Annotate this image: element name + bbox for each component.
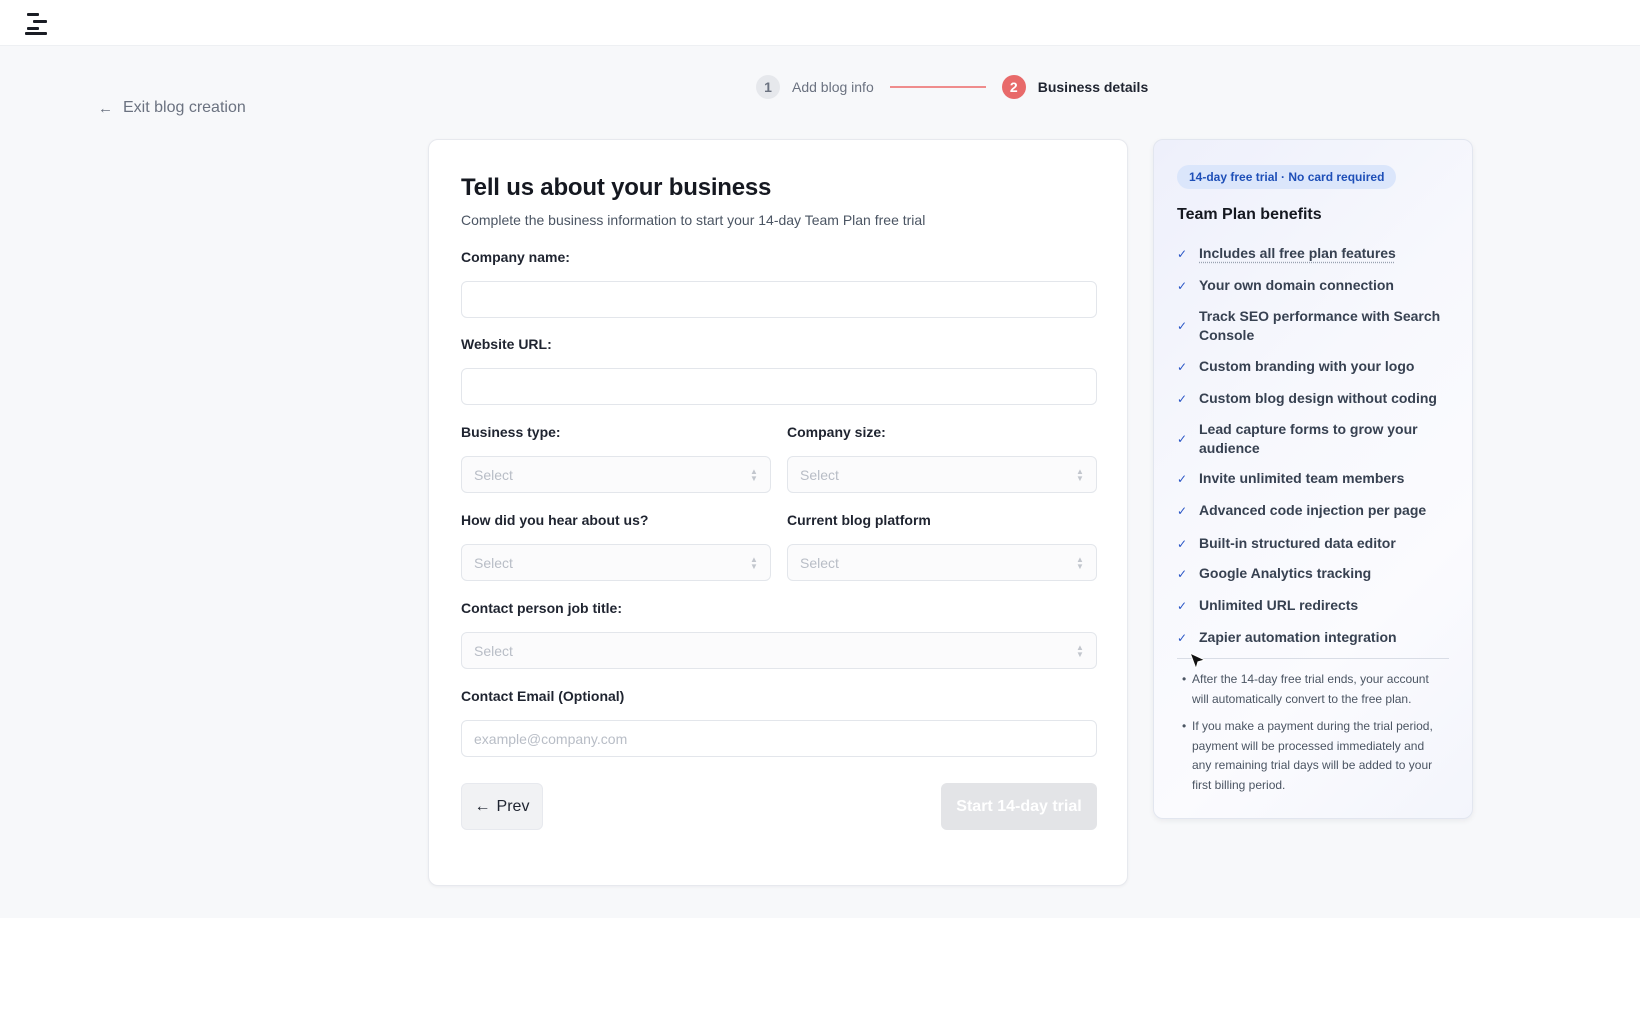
start-trial-button[interactable]: Start 14-day trial bbox=[941, 783, 1097, 830]
business-form-card: Tell us about your business Complete the… bbox=[428, 139, 1128, 886]
prev-button[interactable]: ← Prev bbox=[461, 783, 543, 830]
trial-note: • After the 14-day free trial ends, your… bbox=[1182, 670, 1444, 709]
benefit-text: Zapier automation integration bbox=[1199, 629, 1397, 645]
job-title-select[interactable]: Select ▲ ▼ bbox=[461, 632, 1097, 669]
benefit-item: ✓ Advanced code injection per page bbox=[1177, 501, 1447, 520]
benefits-title: Team Plan benefits bbox=[1177, 206, 1322, 223]
check-icon: ✓ bbox=[1177, 537, 1188, 551]
benefit-item: ✓ Google Analytics tracking bbox=[1177, 564, 1447, 583]
trial-note-text: After the 14-day free trial ends, your a… bbox=[1192, 672, 1429, 706]
business-type-label: Business type: bbox=[461, 424, 561, 440]
check-icon: ✓ bbox=[1177, 247, 1188, 261]
progress-stepper: 1 Add blog info 2 Business details bbox=[756, 74, 1148, 100]
check-icon: ✓ bbox=[1177, 567, 1188, 581]
exit-label: Exit blog creation bbox=[123, 99, 246, 116]
website-url-input[interactable] bbox=[461, 368, 1097, 405]
step-connector bbox=[889, 86, 986, 88]
trial-note-text: If you make a payment during the trial p… bbox=[1192, 719, 1433, 792]
benefit-text[interactable]: Includes all free plan features bbox=[1199, 244, 1396, 263]
logo-icon[interactable] bbox=[25, 13, 47, 35]
job-title-label: Contact person job title: bbox=[461, 600, 622, 616]
benefit-text: Lead capture forms to grow your audience bbox=[1199, 421, 1418, 456]
arrow-left-icon: ← bbox=[98, 99, 113, 117]
benefit-text: Invite unlimited team members bbox=[1199, 470, 1405, 486]
company-size-select[interactable]: Select ▲ ▼ bbox=[787, 456, 1097, 493]
trial-badge: 14-day free trial · No card required bbox=[1177, 165, 1397, 189]
chevron-up-down-icon: ▲ ▼ bbox=[1076, 643, 1084, 659]
business-type-select[interactable]: Select ▲ ▼ bbox=[461, 456, 771, 493]
benefit-item: ✓ Invite unlimited team members bbox=[1177, 469, 1447, 488]
exit-blog-creation-link[interactable]: ← Exit blog creation bbox=[98, 99, 246, 117]
mouse-cursor-icon bbox=[1189, 652, 1206, 670]
website-url-label: Website URL: bbox=[461, 336, 552, 352]
chevron-up-down-icon: ▲ ▼ bbox=[750, 467, 758, 483]
benefit-text: Track SEO performance with Search Consol… bbox=[1199, 308, 1441, 343]
team-plan-benefits-panel: 14-day free trial · No card required Tea… bbox=[1153, 139, 1473, 819]
business-type-value: Select bbox=[474, 466, 513, 483]
benefit-item: ✓ Built-in structured data editor bbox=[1177, 534, 1447, 553]
heard-about-value: Select bbox=[474, 554, 513, 571]
chevron-up-down-icon: ▲ ▼ bbox=[1076, 467, 1084, 483]
check-icon: ✓ bbox=[1177, 504, 1188, 518]
benefit-item: ✓ Lead capture forms to grow your audien… bbox=[1177, 420, 1447, 458]
benefit-item: ✓ Your own domain connection bbox=[1177, 276, 1447, 295]
company-name-label: Company name: bbox=[461, 249, 570, 265]
blog-platform-select[interactable]: Select ▲ ▼ bbox=[787, 544, 1097, 581]
step-2-label: Business details bbox=[1037, 79, 1149, 95]
job-title-value: Select bbox=[474, 642, 513, 659]
benefit-text: Advanced code injection per page bbox=[1199, 502, 1427, 518]
blog-platform-label: Current blog platform bbox=[787, 512, 931, 528]
step-2-number: 2 bbox=[1001, 75, 1026, 99]
benefit-item: ✓ Track SEO performance with Search Cons… bbox=[1177, 307, 1447, 345]
check-icon: ✓ bbox=[1177, 392, 1188, 406]
heard-about-label: How did you hear about us? bbox=[461, 512, 649, 528]
company-size-value: Select bbox=[800, 466, 839, 483]
form-subtitle: Complete the business information to sta… bbox=[461, 212, 926, 228]
benefit-text: Built-in structured data editor bbox=[1199, 535, 1396, 551]
company-size-label: Company size: bbox=[787, 424, 886, 440]
blog-platform-value: Select bbox=[800, 554, 839, 571]
check-icon: ✓ bbox=[1177, 279, 1188, 293]
form-title: Tell us about your business bbox=[461, 174, 772, 201]
check-icon: ✓ bbox=[1177, 631, 1188, 645]
contact-email-input[interactable]: example@company.com bbox=[461, 720, 1097, 757]
company-name-input[interactable] bbox=[461, 281, 1097, 318]
chevron-up-down-icon: ▲ ▼ bbox=[1076, 555, 1084, 571]
contact-email-label: Contact Email (Optional) bbox=[461, 688, 625, 704]
check-icon: ✓ bbox=[1177, 360, 1188, 374]
trial-note: • If you make a payment during the trial… bbox=[1182, 717, 1444, 795]
check-icon: ✓ bbox=[1177, 472, 1188, 486]
heard-about-select[interactable]: Select ▲ ▼ bbox=[461, 544, 771, 581]
benefit-item: ✓ Zapier automation integration bbox=[1177, 628, 1447, 647]
top-bar bbox=[0, 0, 1640, 46]
benefit-text: Your own domain connection bbox=[1199, 277, 1394, 293]
benefit-item: ✓ Unlimited URL redirects bbox=[1177, 596, 1447, 615]
step-1-number: 1 bbox=[756, 75, 780, 99]
prev-button-label: Prev bbox=[496, 797, 530, 815]
panel-divider bbox=[1177, 658, 1449, 659]
chevron-up-down-icon: ▲ ▼ bbox=[750, 555, 758, 571]
benefit-text: Custom blog design without coding bbox=[1199, 390, 1437, 406]
benefit-text: Unlimited URL redirects bbox=[1199, 597, 1359, 613]
check-icon: ✓ bbox=[1177, 319, 1188, 333]
benefit-text: Custom branding with your logo bbox=[1199, 358, 1415, 374]
benefit-item: ✓ Includes all free plan features bbox=[1177, 244, 1447, 263]
arrow-left-icon: ← bbox=[474, 797, 491, 815]
benefit-item: ✓ Custom branding with your logo bbox=[1177, 357, 1447, 376]
check-icon: ✓ bbox=[1177, 432, 1188, 446]
bullet-icon: • bbox=[1182, 719, 1187, 733]
check-icon: ✓ bbox=[1177, 599, 1188, 613]
benefit-text: Google Analytics tracking bbox=[1199, 565, 1372, 581]
step-1-label: Add blog info bbox=[792, 79, 874, 95]
benefit-item: ✓ Custom blog design without coding bbox=[1177, 389, 1447, 408]
